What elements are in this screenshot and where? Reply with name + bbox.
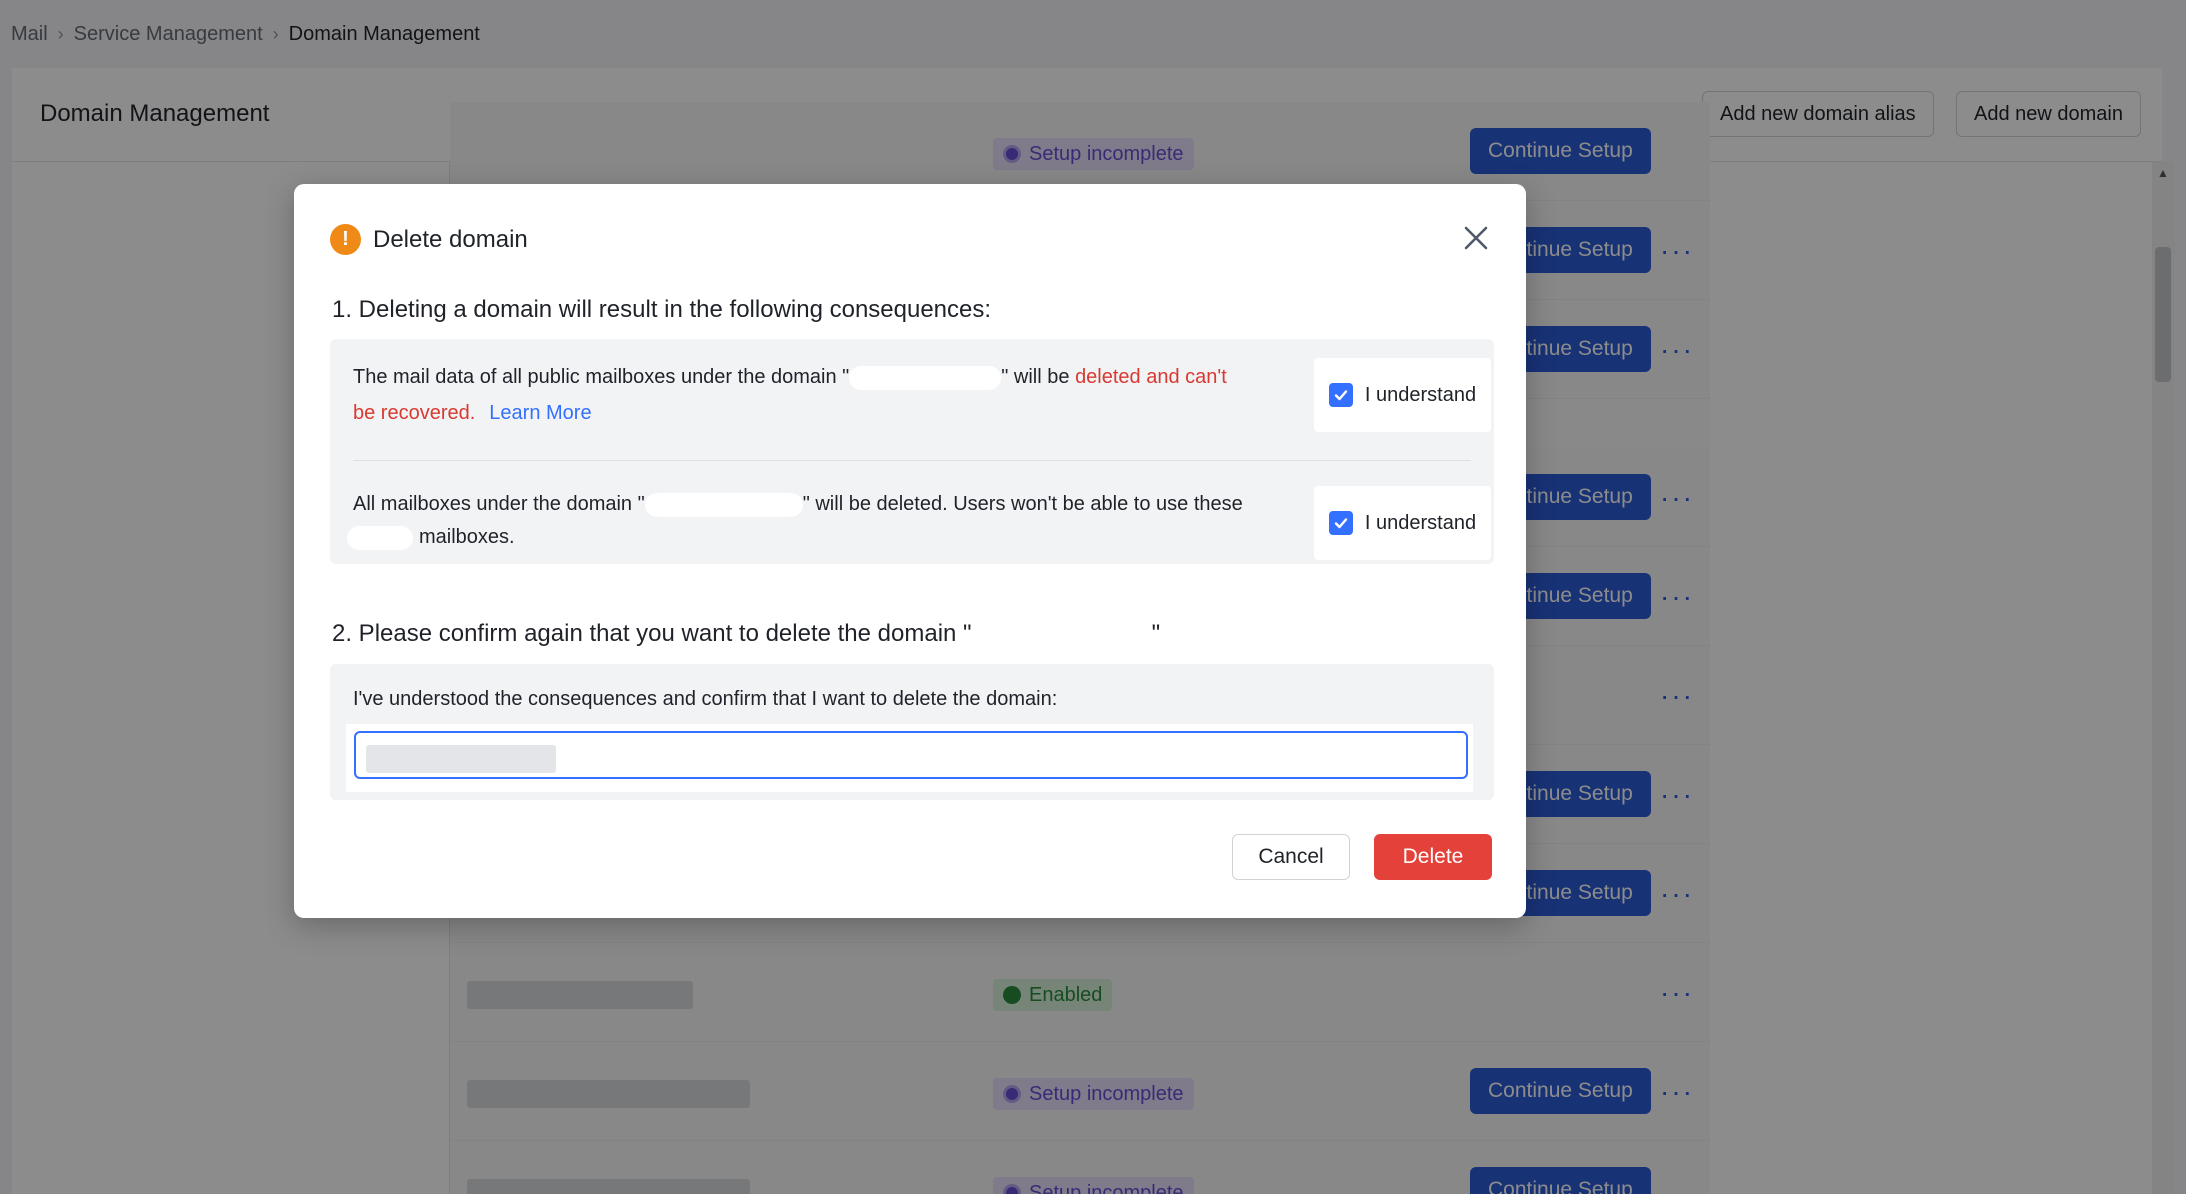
confirm-label: I've understood the consequences and con… [353,688,1058,710]
checkbox-checked-icon[interactable] [1328,511,1353,535]
redacted-domain [644,492,803,517]
cancel-button[interactable]: Cancel [1232,834,1350,880]
understand-checkbox-2[interactable]: I understand [1314,486,1491,560]
consequences-box: The mail data of all public mailboxes un… [330,339,1494,564]
redacted-count [347,525,413,550]
consequences-heading: 1. Deleting a domain will result in the … [332,296,992,323]
divider [353,460,1471,461]
warning-icon: ! [330,224,361,255]
domain-input-wrapper [346,724,1473,792]
input-redacted-value [366,745,556,773]
confirm-box: I've understood the consequences and con… [330,664,1494,800]
close-icon[interactable] [1460,222,1492,254]
learn-more-link[interactable]: Learn More [489,402,591,424]
redacted-domain [971,621,1152,648]
delete-button[interactable]: Delete [1374,834,1492,880]
consequence-public-mailbox-data: The mail data of all public mailboxes un… [353,365,1227,424]
dialog-title: ! Delete domain [330,224,528,255]
consequence-mailboxes-deleted: All mailboxes under the domain " " will b… [347,488,1265,554]
confirm-heading: 2. Please confirm again that you want to… [332,620,1161,648]
understand-checkbox-1[interactable]: I understand [1314,358,1491,432]
checkbox-checked-icon[interactable] [1328,383,1353,407]
delete-domain-dialog: ! Delete domain 1. Deleting a domain wil… [294,184,1526,918]
dialog-title-text: Delete domain [373,225,528,253]
redacted-domain [849,365,1002,390]
